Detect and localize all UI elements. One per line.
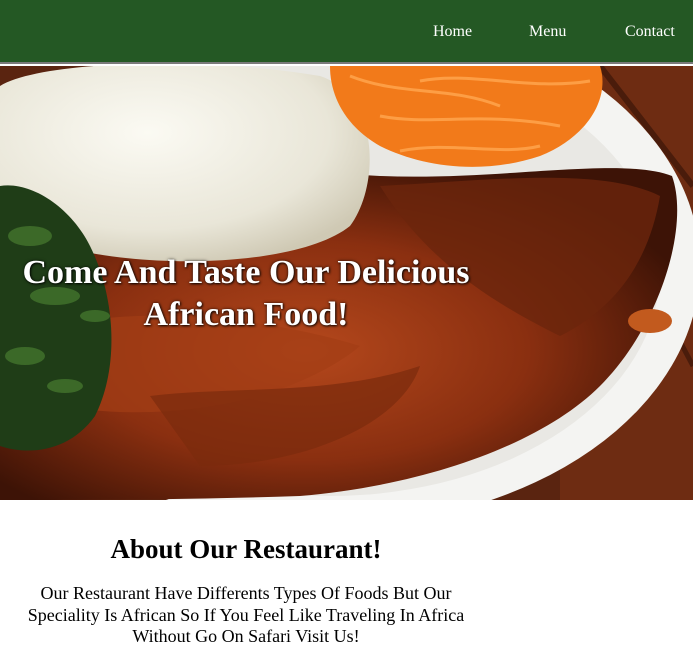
navbar: Home Menu Contact: [0, 0, 693, 64]
hero-title-line-2: African Food!: [143, 296, 349, 333]
nav-link-menu[interactable]: Menu: [529, 22, 566, 42]
nav-link-home[interactable]: Home: [433, 22, 472, 42]
hero-banner: Come And Taste Our Delicious African Foo…: [0, 66, 693, 500]
nav-link-contact[interactable]: Contact: [625, 22, 675, 42]
about-title: About Our Restaurant!: [110, 534, 382, 564]
hero-title-line-1: Come And Taste Our Delicious: [22, 254, 470, 291]
about-text: Our Restaurant Have Differents Types Of …: [27, 583, 465, 646]
hero-title: Come And Taste Our Delicious African Foo…: [0, 252, 492, 336]
